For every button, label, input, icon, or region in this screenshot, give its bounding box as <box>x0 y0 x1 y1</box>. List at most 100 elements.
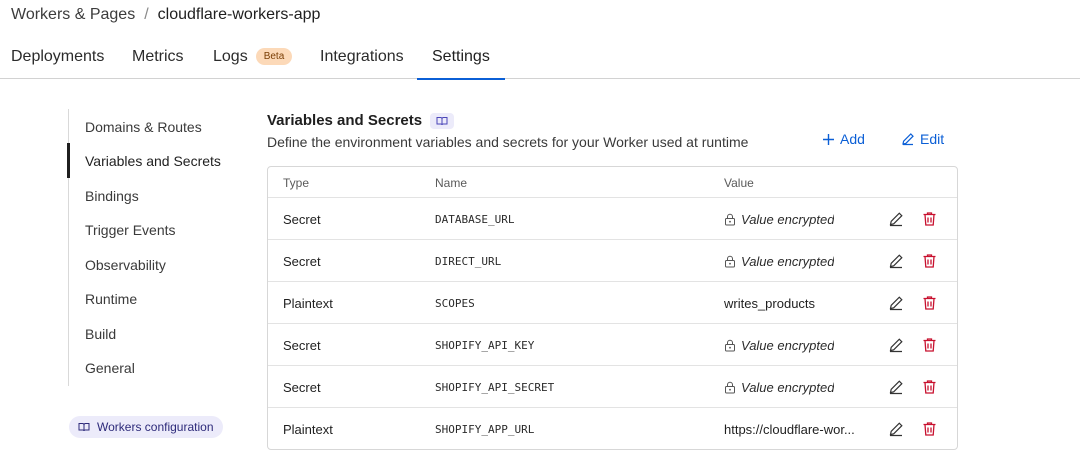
variable-type: Secret <box>283 211 321 227</box>
edit-variables-button[interactable]: Edit <box>901 131 944 147</box>
pencil-icon <box>889 212 903 227</box>
pencil-icon <box>889 338 903 353</box>
edit-variable-button[interactable] <box>886 377 906 397</box>
variables-table: Type Name Value Secret DATABASE_URL Value … <box>267 166 958 450</box>
edit-variable-button[interactable] <box>886 251 906 271</box>
delete-variable-button[interactable] <box>919 293 939 313</box>
plus-icon <box>823 133 834 145</box>
sidebar-item-domains-routes[interactable]: Domains & Routes <box>85 119 202 135</box>
tab-label: Logs <box>213 47 248 65</box>
table-row: Plaintext SCOPES writes_products <box>268 282 957 324</box>
variable-value-text: Value encrypted <box>741 337 835 353</box>
sidebar-item-general[interactable]: General <box>85 360 135 376</box>
section-title: Variables and Secrets <box>267 112 455 129</box>
edit-variable-button[interactable] <box>886 419 906 439</box>
lock-icon <box>725 381 735 393</box>
book-icon <box>436 116 448 125</box>
column-header-type: Type <box>283 176 310 190</box>
docs-button[interactable] <box>430 112 455 129</box>
workers-configuration-link[interactable]: Workers configuration <box>69 416 223 438</box>
delete-variable-button[interactable] <box>919 419 939 439</box>
active-indicator <box>67 143 70 178</box>
breadcrumb: Workers & Pages / cloudflare-workers-app <box>11 6 320 24</box>
tab-settings[interactable]: Settings <box>417 34 505 80</box>
trash-icon <box>923 212 935 226</box>
breadcrumb-workers-pages[interactable]: Workers & Pages <box>11 6 135 24</box>
variable-value: https://cloudflare-wor... <box>724 408 869 449</box>
sidebar-item-variables-secrets[interactable]: Variables and Secrets <box>85 153 221 169</box>
delete-variable-button[interactable] <box>919 209 939 229</box>
column-header-name: Name <box>435 176 468 190</box>
variable-name: SHOPIFY_API_SECRET <box>435 380 555 394</box>
variable-value: writes_products <box>724 282 869 324</box>
tab-logs[interactable]: Logs Beta <box>213 34 293 79</box>
variable-value: Value encrypted <box>724 324 869 366</box>
variable-value-text: Value encrypted <box>741 253 835 269</box>
delete-variable-button[interactable] <box>919 377 939 397</box>
table-row: Secret SHOPIFY_API_KEY Value encrypted <box>268 324 957 366</box>
table-row: Plaintext SHOPIFY_APP_URL https://cloudfla… <box>268 408 957 449</box>
trash-icon <box>923 338 935 352</box>
pencil-icon <box>889 380 903 395</box>
pencil-icon <box>889 422 903 437</box>
tab-label: Deployments <box>11 47 105 65</box>
sidebar-item-observability[interactable]: Observability <box>85 257 166 273</box>
trash-icon <box>923 422 935 436</box>
table-header: Type Name Value <box>268 167 957 198</box>
pencil-icon <box>889 254 903 269</box>
variable-name: SHOPIFY_API_KEY <box>435 338 535 352</box>
tab-label: Integrations <box>320 47 404 65</box>
lock-icon <box>725 255 735 267</box>
variable-value: Value encrypted <box>724 198 869 240</box>
tab-label: Settings <box>432 47 490 65</box>
tab-metrics[interactable]: Metrics <box>132 34 184 79</box>
breadcrumb-current: cloudflare-workers-app <box>157 6 321 23</box>
beta-badge: Beta <box>255 48 293 65</box>
variable-name: DATABASE_URL <box>435 212 515 226</box>
trash-icon <box>923 254 935 268</box>
settings-sidebar: Domains & Routes Variables and Secrets B… <box>67 109 238 386</box>
variable-name: SCOPES <box>435 296 475 310</box>
variable-type: Plaintext <box>283 295 333 311</box>
variable-type: Secret <box>283 253 321 269</box>
delete-variable-button[interactable] <box>919 251 939 271</box>
section-title-text: Variables and Secrets <box>267 112 423 129</box>
book-icon <box>78 423 90 432</box>
edit-variable-button[interactable] <box>886 293 906 313</box>
add-label: Add <box>840 131 865 147</box>
sidebar-item-build[interactable]: Build <box>85 326 116 342</box>
edit-label: Edit <box>920 131 945 147</box>
delete-variable-button[interactable] <box>919 335 939 355</box>
variable-value: Value encrypted <box>724 240 869 282</box>
pencil-icon <box>902 133 914 146</box>
edit-variable-button[interactable] <box>886 335 906 355</box>
variable-value-text: https://cloudflare-wor... <box>724 421 855 437</box>
variable-value-text: Value encrypted <box>741 379 835 395</box>
sidebar-item-trigger-events[interactable]: Trigger Events <box>85 222 176 238</box>
sidebar-item-runtime[interactable]: Runtime <box>85 291 137 307</box>
edit-variable-button[interactable] <box>886 209 906 229</box>
table-row: Secret SHOPIFY_API_SECRET Value encrypted <box>268 366 957 408</box>
tab-integrations[interactable]: Integrations <box>320 34 404 79</box>
variable-type: Plaintext <box>283 421 333 437</box>
lock-icon <box>725 339 735 351</box>
variable-value-text: writes_products <box>724 295 816 311</box>
column-header-value: Value <box>724 176 754 190</box>
trash-icon <box>923 380 935 394</box>
variable-name: DIRECT_URL <box>435 254 502 268</box>
add-variable-button[interactable]: Add <box>822 131 865 147</box>
lock-icon <box>725 213 735 225</box>
variable-name: SHOPIFY_APP_URL <box>435 422 535 436</box>
tab-bar: Deployments Metrics Logs Beta Integration… <box>0 34 1080 80</box>
table-row: Secret DATABASE_URL Value encrypted <box>268 198 957 240</box>
trash-icon <box>923 296 935 310</box>
sidebar-item-bindings[interactable]: Bindings <box>85 188 139 204</box>
section-description: Define the environment variables and sec… <box>267 134 749 150</box>
variable-value-text: Value encrypted <box>741 211 835 227</box>
breadcrumb-separator: / <box>144 6 149 23</box>
tab-deployments[interactable]: Deployments <box>11 34 104 79</box>
variable-type: Secret <box>283 337 321 353</box>
config-link-label: Workers configuration <box>97 420 214 434</box>
table-row: Secret DIRECT_URL Value encrypted <box>268 240 957 282</box>
variable-type: Secret <box>283 379 321 395</box>
